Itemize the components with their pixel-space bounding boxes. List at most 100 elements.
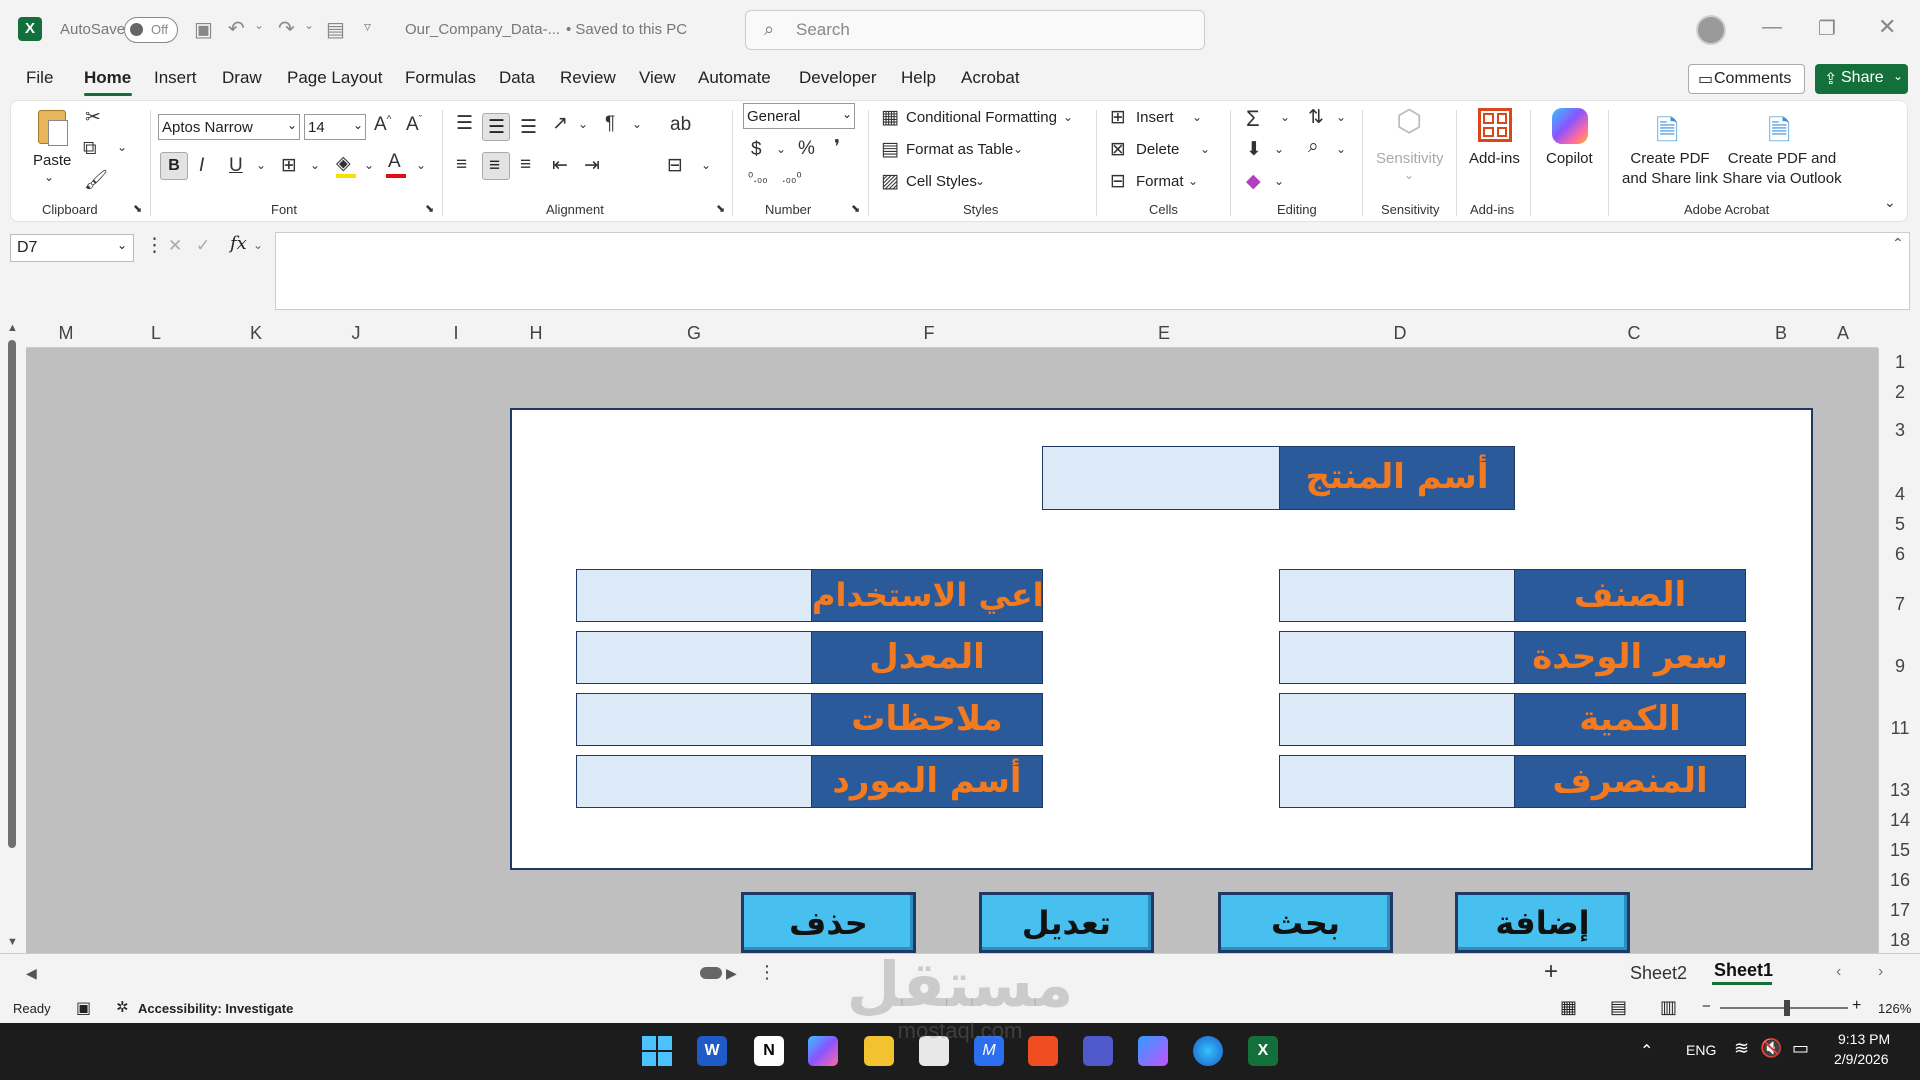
format-as-table-button[interactable]: Format as Table [906, 141, 1013, 158]
align-bottom-icon[interactable]: ☰ [520, 116, 537, 139]
copy-icon[interactable]: ⧉ [83, 138, 97, 160]
conditional-formatting-button[interactable]: Conditional Formatting [906, 109, 1057, 126]
scroll-right-icon[interactable]: ▶ [726, 965, 737, 982]
format-cells-icon[interactable]: ⊟ [1110, 170, 1126, 193]
bold-icon[interactable]: B [160, 152, 188, 180]
menu-view[interactable]: View [639, 68, 676, 88]
menu-page-layout[interactable]: Page Layout [287, 68, 382, 88]
paste-icon[interactable] [34, 108, 70, 148]
search-button[interactable]: بحث [1218, 892, 1393, 953]
conditional-formatting-icon[interactable]: ▦ [881, 106, 899, 129]
more-options-icon[interactable]: ⋮ [145, 234, 164, 257]
find-dropdown-icon[interactable]: ⌄ [1336, 142, 1346, 156]
category-input[interactable] [1279, 569, 1515, 622]
comments-button[interactable]: ▭ Comments [1688, 64, 1805, 94]
add-button[interactable]: إضافة [1455, 892, 1630, 953]
find-select-icon[interactable]: ⌕ [1308, 136, 1319, 158]
word-icon[interactable]: W [697, 1036, 727, 1066]
column-header[interactable]: C [1518, 323, 1750, 344]
menu-file[interactable]: File [26, 68, 53, 88]
sort-dropdown-icon[interactable]: ⌄ [1336, 110, 1346, 124]
text-direction-icon[interactable]: ¶ [605, 113, 615, 135]
borders-dropdown-icon[interactable]: ⌄ [310, 158, 320, 172]
row-header[interactable]: 13 [1879, 780, 1920, 801]
clipboard-launcher-icon[interactable]: ⬊ [133, 202, 142, 215]
format-painter-icon[interactable]: 🖌 [84, 168, 108, 192]
supplier-name-input[interactable] [576, 755, 812, 808]
insert-cells-icon[interactable]: ⊞ [1110, 106, 1126, 129]
chevron-up-icon[interactable]: ⌃ [1892, 235, 1904, 252]
menu-review[interactable]: Review [560, 68, 616, 88]
autosum-dropdown-icon[interactable]: ⌄ [1280, 110, 1290, 124]
accessibility-status[interactable]: Accessibility: Investigate [138, 1001, 293, 1016]
number-launcher-icon[interactable]: ⬊ [851, 202, 860, 215]
currency-dropdown-icon[interactable]: ⌄ [776, 142, 786, 156]
copilot-taskbar-icon[interactable] [808, 1036, 838, 1066]
menu-data[interactable]: Data [499, 68, 535, 88]
column-header[interactable]: K [206, 323, 306, 344]
customize-qat-icon[interactable]: ▿ [364, 18, 371, 35]
text-direction-dropdown-icon[interactable]: ⌄ [632, 117, 642, 131]
cell-styles-icon[interactable]: ▨ [881, 170, 899, 193]
align-top-icon[interactable]: ☰ [456, 112, 473, 135]
column-header[interactable]: I [406, 323, 506, 344]
wifi-icon[interactable]: ≋ [1734, 1038, 1749, 1059]
comma-style-icon[interactable]: ❜ [834, 136, 840, 159]
row-header[interactable]: 7 [1879, 594, 1920, 615]
column-header[interactable]: M [26, 323, 106, 344]
unit-price-input[interactable] [1279, 631, 1515, 684]
name-box[interactable]: D7 ⌄ [10, 234, 134, 262]
underline-icon[interactable]: U [229, 155, 243, 177]
increase-indent-icon[interactable]: ⇥ [584, 154, 600, 177]
delete-button[interactable]: حذف [741, 892, 916, 953]
macro-recording-icon[interactable]: ▣ [76, 998, 91, 1018]
quantity-input[interactable] [1279, 693, 1515, 746]
scroll-up-icon[interactable]: ▲ [7, 322, 18, 334]
orientation-icon[interactable]: ↗ [552, 112, 568, 135]
scrollbar-thumb[interactable] [8, 340, 16, 848]
minimize-icon[interactable]: — [1762, 16, 1782, 39]
restore-icon[interactable]: ❐ [1818, 16, 1836, 41]
increase-decimal-icon[interactable]: ⁰.₀₀ [748, 170, 768, 186]
font-name-select[interactable]: Aptos Narrow ⌄ [158, 114, 300, 140]
redo-icon[interactable]: ↷ [278, 16, 295, 41]
horizontal-scrollbar-thumb[interactable] [700, 967, 722, 979]
decrease-decimal-icon[interactable]: .₀₀⁰ [782, 170, 802, 186]
row-header[interactable]: 1 [1879, 352, 1920, 373]
row-header[interactable]: 9 [1879, 656, 1920, 677]
menu-automate[interactable]: Automate [698, 68, 771, 88]
row-header[interactable]: 2 [1879, 382, 1920, 403]
more-options-icon[interactable]: ⋮ [758, 962, 776, 983]
add-sheet-icon[interactable]: + [1544, 958, 1558, 986]
add-ins-button[interactable]: Add-ins [1469, 150, 1520, 167]
add-ins-icon[interactable] [1478, 108, 1512, 142]
menu-acrobat[interactable]: Acrobat [961, 68, 1020, 88]
windows-start-icon[interactable] [642, 1036, 672, 1066]
menu-draw[interactable]: Draw [222, 68, 262, 88]
menu-developer[interactable]: Developer [799, 68, 877, 88]
product-name-input[interactable] [1042, 446, 1280, 510]
fill-color-icon[interactable]: ◈ [336, 152, 351, 175]
menu-home[interactable]: Home [84, 68, 131, 88]
chevron-down-icon[interactable]: ⌄ [1200, 142, 1210, 156]
vertical-scrollbar[interactable]: ▲ ▼ [4, 320, 22, 953]
italic-icon[interactable]: I [199, 155, 204, 177]
ribbon-collapse-icon[interactable]: ⌄ [1884, 194, 1896, 211]
column-header[interactable]: G [576, 323, 812, 344]
insert-function-icon[interactable]: fx [230, 233, 247, 254]
column-header[interactable]: D [1282, 323, 1518, 344]
page-break-view-icon[interactable]: ▥ [1660, 997, 1677, 1018]
close-icon[interactable]: ✕ [1878, 14, 1896, 40]
sensitivity-icon[interactable]: ⬡ [1396, 104, 1422, 139]
column-header[interactable]: E [1046, 323, 1282, 344]
row-header[interactable]: 18 [1879, 930, 1920, 951]
menu-help[interactable]: Help [901, 68, 936, 88]
cut-icon[interactable]: ✂ [85, 106, 101, 129]
chevron-down-icon[interactable]: ⌄ [1188, 174, 1198, 188]
font-color-dropdown-icon[interactable]: ⌄ [416, 158, 426, 172]
paste-label[interactable]: Paste [33, 152, 71, 169]
clock-date[interactable]: 2/9/2026 [1834, 1051, 1889, 1067]
sensitivity-label[interactable]: Sensitivity [1376, 150, 1444, 167]
edge-browser-icon[interactable] [1193, 1036, 1223, 1066]
clear-dropdown-icon[interactable]: ⌄ [1274, 174, 1284, 188]
